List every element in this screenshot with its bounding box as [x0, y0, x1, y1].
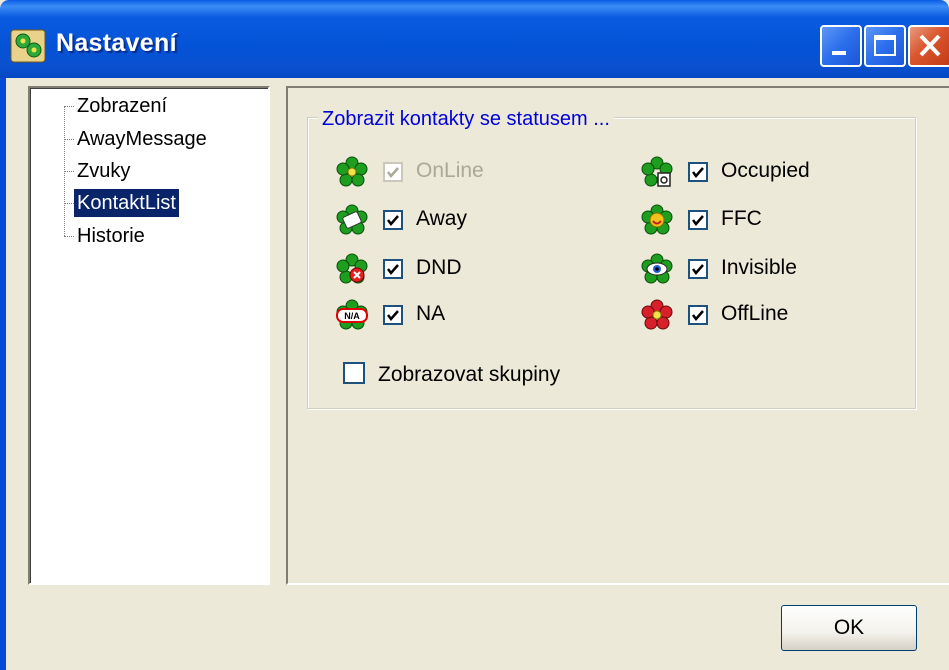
- ffc-icon: [641, 204, 673, 235]
- ffc-checkbox[interactable]: [688, 210, 708, 230]
- tree-item-zobrazeni[interactable]: Zobrazení: [74, 92, 170, 120]
- na-icon: N/A: [336, 299, 368, 330]
- settings-window: Nastavení Zobrazení AwayMessage Zvuky Ko…: [0, 0, 949, 670]
- maximize-icon: [874, 35, 896, 56]
- status-row-online: OnLine: [336, 155, 556, 189]
- occupied-checkbox[interactable]: [688, 162, 708, 182]
- dnd-icon: [336, 253, 368, 284]
- online-checkbox[interactable]: [383, 162, 403, 182]
- svg-text:N/A: N/A: [344, 311, 360, 321]
- status-row-away: Away: [336, 203, 556, 237]
- status-row-dnd: DND: [336, 252, 556, 286]
- online-flower-icon: [336, 156, 368, 187]
- close-button[interactable]: [908, 25, 949, 67]
- occupied-label: Occupied: [721, 159, 810, 182]
- status-row-offline: OffLine: [641, 298, 861, 332]
- settings-tree[interactable]: Zobrazení AwayMessage Zvuky KontaktList …: [28, 86, 270, 585]
- status-row-occupied: Occupied: [641, 155, 861, 189]
- na-label: NA: [416, 302, 446, 325]
- title-bar[interactable]: Nastavení: [0, 0, 949, 78]
- tree-connector: [64, 139, 74, 140]
- occupied-icon: [641, 156, 673, 187]
- tree-item-kontaktlist[interactable]: KontaktList: [74, 189, 179, 217]
- minimize-icon: [832, 51, 846, 55]
- na-checkbox[interactable]: [383, 305, 403, 325]
- tree-connector: [64, 236, 74, 237]
- close-icon: [919, 34, 941, 57]
- tree-connector: [64, 106, 74, 107]
- invisible-label: Invisible: [721, 256, 797, 279]
- invisible-icon: [641, 253, 673, 284]
- window-frame-left: [0, 78, 6, 670]
- dnd-checkbox[interactable]: [383, 259, 403, 279]
- groupbox-legend: Zobrazit kontakty se statusem ...: [318, 107, 614, 131]
- offline-label: OffLine: [721, 302, 789, 325]
- status-row-ffc: FFC: [641, 203, 861, 237]
- tree-item-historie[interactable]: Historie: [74, 222, 148, 250]
- window-title: Nastavení: [56, 29, 177, 57]
- minimize-button[interactable]: [820, 25, 862, 67]
- status-row-na: N/A NA: [336, 298, 556, 332]
- away-label: Away: [416, 207, 467, 230]
- offline-flower-icon: [641, 299, 673, 330]
- tree-connector: [64, 203, 74, 204]
- tree-connector: [64, 171, 74, 172]
- away-checkbox[interactable]: [383, 210, 403, 230]
- ok-button[interactable]: OK: [781, 605, 917, 651]
- dnd-label: DND: [416, 256, 462, 279]
- invisible-checkbox[interactable]: [688, 259, 708, 279]
- tree-item-zvuky[interactable]: Zvuky: [74, 157, 133, 185]
- away-icon: [336, 204, 368, 235]
- show-groups-label: Zobrazovat skupiny: [378, 363, 561, 386]
- app-flower-icon: [10, 29, 46, 63]
- tree-item-awaymessage[interactable]: AwayMessage: [74, 125, 210, 153]
- ffc-label: FFC: [721, 207, 762, 230]
- show-groups-checkbox[interactable]: [343, 362, 365, 384]
- maximize-button[interactable]: [864, 25, 906, 67]
- offline-checkbox[interactable]: [688, 305, 708, 325]
- status-row-invisible: Invisible: [641, 252, 861, 286]
- online-label: OnLine: [416, 159, 484, 182]
